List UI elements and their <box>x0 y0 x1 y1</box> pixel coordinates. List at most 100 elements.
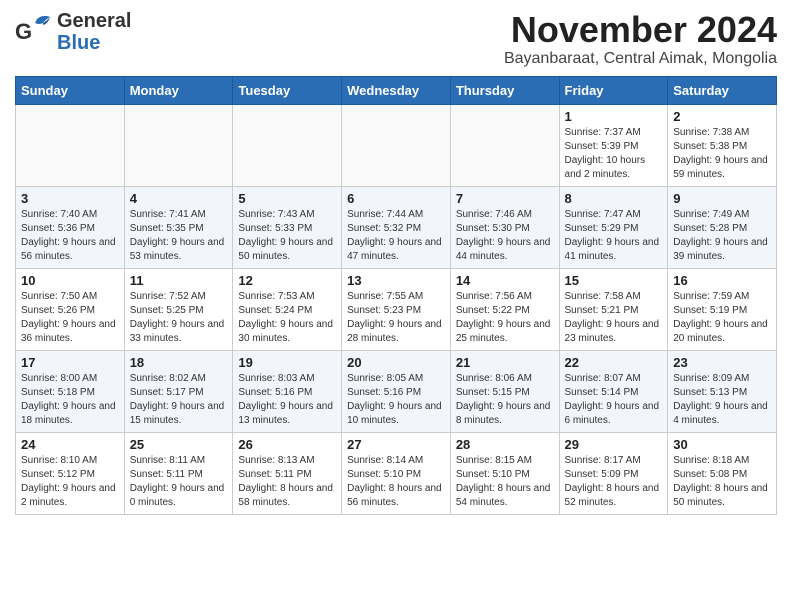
day-number: 23 <box>673 355 771 370</box>
calendar-day-cell: 17 Sunrise: 8:00 AM Sunset: 5:18 PM Dayli… <box>16 350 125 432</box>
day-info: Sunrise: 8:14 AM Sunset: 5:10 PM Dayligh… <box>347 454 445 510</box>
day-info: Sunrise: 8:17 AM Sunset: 5:09 PM Dayligh… <box>565 454 663 510</box>
day-number: 1 <box>565 109 663 124</box>
day-number: 27 <box>347 437 445 452</box>
logo-blue: Blue <box>57 32 100 54</box>
day-info: Sunrise: 8:07 AM Sunset: 5:14 PM Dayligh… <box>565 372 663 428</box>
day-info: Sunrise: 8:11 AM Sunset: 5:11 PM Dayligh… <box>130 454 228 510</box>
logo-general: General <box>57 10 131 32</box>
day-number: 21 <box>456 355 554 370</box>
location-subtitle: Bayanbaraat, Central Aimak, Mongolia <box>504 50 777 68</box>
day-number: 28 <box>456 437 554 452</box>
calendar-header-row: SundayMondayTuesdayWednesdayThursdayFrid… <box>16 76 777 104</box>
title-section: November 2024 Bayanbaraat, Central Aimak… <box>504 10 777 68</box>
day-info: Sunrise: 8:06 AM Sunset: 5:15 PM Dayligh… <box>456 372 554 428</box>
calendar-day-cell: 26 Sunrise: 8:13 AM Sunset: 5:11 PM Dayli… <box>233 432 342 514</box>
calendar-day-cell <box>450 104 559 186</box>
calendar-day-cell: 3 Sunrise: 7:40 AM Sunset: 5:36 PM Daylig… <box>16 186 125 268</box>
day-number: 26 <box>238 437 336 452</box>
day-info: Sunrise: 7:46 AM Sunset: 5:30 PM Dayligh… <box>456 208 554 264</box>
day-number: 7 <box>456 191 554 206</box>
day-number: 2 <box>673 109 771 124</box>
calendar-day-cell: 15Sunrise: 7:58 AM Sunset: 5:21 PM Dayli… <box>559 268 668 350</box>
day-info: Sunrise: 7:40 AM Sunset: 5:36 PM Dayligh… <box>21 208 119 264</box>
calendar-table: SundayMondayTuesdayWednesdayThursdayFrid… <box>15 76 777 515</box>
day-info: Sunrise: 7:56 AM Sunset: 5:22 PM Dayligh… <box>456 290 554 346</box>
day-of-week-header: Wednesday <box>342 76 451 104</box>
calendar-day-cell: 12 Sunrise: 7:53 AM Sunset: 5:24 PM Dayli… <box>233 268 342 350</box>
day-number: 8 <box>565 191 663 206</box>
day-number: 9 <box>673 191 771 206</box>
day-number: 16 <box>673 273 771 288</box>
calendar-day-cell: 28 Sunrise: 8:15 AM Sunset: 5:10 PM Dayli… <box>450 432 559 514</box>
calendar-day-cell: 29Sunrise: 8:17 AM Sunset: 5:09 PM Dayli… <box>559 432 668 514</box>
day-info: Sunrise: 7:52 AM Sunset: 5:25 PM Dayligh… <box>130 290 228 346</box>
day-info: Sunrise: 7:47 AM Sunset: 5:29 PM Dayligh… <box>565 208 663 264</box>
day-info: Sunrise: 8:09 AM Sunset: 5:13 PM Dayligh… <box>673 372 771 428</box>
day-number: 14 <box>456 273 554 288</box>
day-info: Sunrise: 7:58 AM Sunset: 5:21 PM Dayligh… <box>565 290 663 346</box>
calendar-day-cell: 25 Sunrise: 8:11 AM Sunset: 5:11 PM Dayli… <box>124 432 233 514</box>
day-of-week-header: Saturday <box>668 76 777 104</box>
calendar-week-row: 1 Sunrise: 7:37 AM Sunset: 5:39 PM Daylig… <box>16 104 777 186</box>
day-number: 25 <box>130 437 228 452</box>
calendar-day-cell: 2Sunrise: 7:38 AM Sunset: 5:38 PM Daylig… <box>668 104 777 186</box>
day-info: Sunrise: 7:55 AM Sunset: 5:23 PM Dayligh… <box>347 290 445 346</box>
page-header: G General Blue November 2024 Bayanbaraat… <box>15 10 777 68</box>
day-number: 12 <box>238 273 336 288</box>
day-of-week-header: Thursday <box>450 76 559 104</box>
calendar-day-cell <box>16 104 125 186</box>
logo-icon: G <box>15 11 53 49</box>
day-number: 18 <box>130 355 228 370</box>
day-info: Sunrise: 8:15 AM Sunset: 5:10 PM Dayligh… <box>456 454 554 510</box>
calendar-week-row: 24Sunrise: 8:10 AM Sunset: 5:12 PM Dayli… <box>16 432 777 514</box>
day-info: Sunrise: 8:00 AM Sunset: 5:18 PM Dayligh… <box>21 372 119 428</box>
calendar-day-cell: 23 Sunrise: 8:09 AM Sunset: 5:13 PM Dayli… <box>668 350 777 432</box>
day-number: 13 <box>347 273 445 288</box>
day-info: Sunrise: 8:05 AM Sunset: 5:16 PM Dayligh… <box>347 372 445 428</box>
day-info: Sunrise: 7:41 AM Sunset: 5:35 PM Dayligh… <box>130 208 228 264</box>
day-info: Sunrise: 7:37 AM Sunset: 5:39 PM Dayligh… <box>565 126 663 182</box>
calendar-day-cell: 6 Sunrise: 7:44 AM Sunset: 5:32 PM Daylig… <box>342 186 451 268</box>
day-info: Sunrise: 8:18 AM Sunset: 5:08 PM Dayligh… <box>673 454 771 510</box>
svg-text:G: G <box>15 19 32 44</box>
day-number: 6 <box>347 191 445 206</box>
day-number: 10 <box>21 273 119 288</box>
calendar-day-cell: 14 Sunrise: 7:56 AM Sunset: 5:22 PM Dayli… <box>450 268 559 350</box>
day-info: Sunrise: 7:50 AM Sunset: 5:26 PM Dayligh… <box>21 290 119 346</box>
calendar-day-cell: 27 Sunrise: 8:14 AM Sunset: 5:10 PM Dayli… <box>342 432 451 514</box>
calendar-day-cell: 30Sunrise: 8:18 AM Sunset: 5:08 PM Dayli… <box>668 432 777 514</box>
calendar-day-cell <box>124 104 233 186</box>
day-info: Sunrise: 7:43 AM Sunset: 5:33 PM Dayligh… <box>238 208 336 264</box>
calendar-day-cell <box>233 104 342 186</box>
calendar-day-cell: 22 Sunrise: 8:07 AM Sunset: 5:14 PM Dayli… <box>559 350 668 432</box>
calendar-day-cell: 11 Sunrise: 7:52 AM Sunset: 5:25 PM Dayli… <box>124 268 233 350</box>
day-of-week-header: Sunday <box>16 76 125 104</box>
day-number: 11 <box>130 273 228 288</box>
calendar-day-cell: 13 Sunrise: 7:55 AM Sunset: 5:23 PM Dayli… <box>342 268 451 350</box>
day-info: Sunrise: 7:53 AM Sunset: 5:24 PM Dayligh… <box>238 290 336 346</box>
day-of-week-header: Tuesday <box>233 76 342 104</box>
day-of-week-header: Monday <box>124 76 233 104</box>
calendar-day-cell: 7 Sunrise: 7:46 AM Sunset: 5:30 PM Daylig… <box>450 186 559 268</box>
calendar-day-cell: 10 Sunrise: 7:50 AM Sunset: 5:26 PM Dayli… <box>16 268 125 350</box>
day-number: 24 <box>21 437 119 452</box>
calendar-week-row: 10 Sunrise: 7:50 AM Sunset: 5:26 PM Dayli… <box>16 268 777 350</box>
month-year-title: November 2024 <box>504 10 777 50</box>
calendar-day-cell: 20 Sunrise: 8:05 AM Sunset: 5:16 PM Dayli… <box>342 350 451 432</box>
calendar-day-cell <box>342 104 451 186</box>
calendar-day-cell: 18 Sunrise: 8:02 AM Sunset: 5:17 PM Dayli… <box>124 350 233 432</box>
day-number: 3 <box>21 191 119 206</box>
day-info: Sunrise: 8:13 AM Sunset: 5:11 PM Dayligh… <box>238 454 336 510</box>
day-info: Sunrise: 7:59 AM Sunset: 5:19 PM Dayligh… <box>673 290 771 346</box>
logo: G General Blue <box>15 10 131 54</box>
day-info: Sunrise: 8:02 AM Sunset: 5:17 PM Dayligh… <box>130 372 228 428</box>
day-number: 17 <box>21 355 119 370</box>
calendar-day-cell: 9 Sunrise: 7:49 AM Sunset: 5:28 PM Daylig… <box>668 186 777 268</box>
day-info: Sunrise: 7:44 AM Sunset: 5:32 PM Dayligh… <box>347 208 445 264</box>
day-info: Sunrise: 7:49 AM Sunset: 5:28 PM Dayligh… <box>673 208 771 264</box>
calendar-day-cell: 19Sunrise: 8:03 AM Sunset: 5:16 PM Dayli… <box>233 350 342 432</box>
day-number: 20 <box>347 355 445 370</box>
day-of-week-header: Friday <box>559 76 668 104</box>
day-number: 22 <box>565 355 663 370</box>
